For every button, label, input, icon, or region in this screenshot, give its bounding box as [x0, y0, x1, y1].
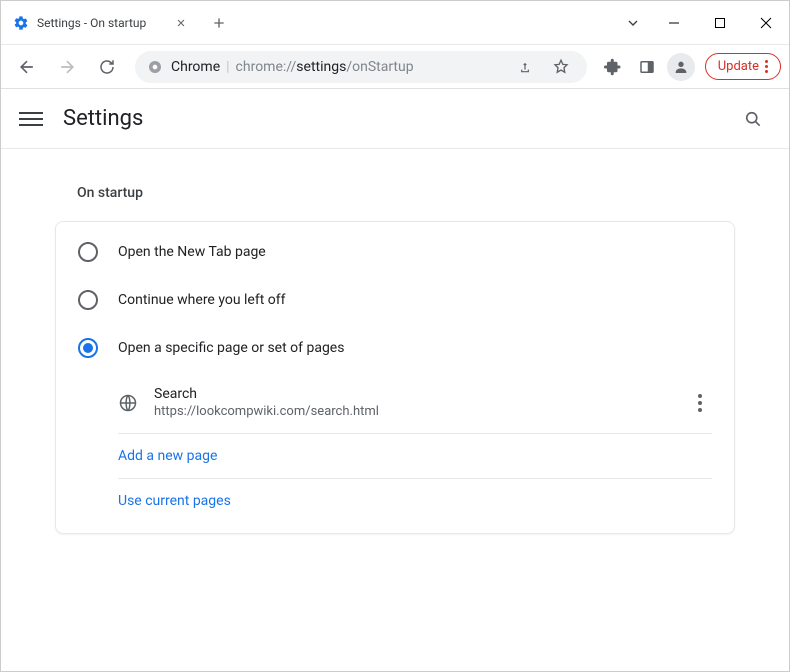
page-title: Settings	[63, 106, 143, 131]
maximize-button[interactable]	[697, 1, 743, 45]
page-entry-title: Search	[154, 386, 672, 402]
globe-icon	[118, 393, 138, 413]
omnibox[interactable]: Chrome | chrome://settings/onStartup	[135, 51, 587, 83]
radio-icon	[78, 338, 98, 358]
content: On startup Open the New Tab page Continu…	[1, 149, 789, 671]
use-current-link[interactable]: Use current pages	[118, 479, 712, 523]
more-icon	[765, 60, 768, 73]
update-button[interactable]: Update	[705, 53, 781, 80]
minimize-button[interactable]	[651, 1, 697, 45]
sidepanel-icon[interactable]	[631, 51, 663, 83]
radio-icon	[78, 242, 98, 262]
search-icon[interactable]	[735, 101, 771, 137]
profile-avatar[interactable]	[665, 51, 697, 83]
bookmark-icon[interactable]	[547, 53, 575, 81]
titlebar: Settings - On startup	[1, 1, 789, 45]
radio-icon	[78, 290, 98, 310]
back-button[interactable]	[9, 49, 45, 85]
chevron-down-icon[interactable]	[615, 1, 651, 44]
tab-title: Settings - On startup	[37, 16, 165, 30]
radio-specific-pages[interactable]: Open a specific page or set of pages	[56, 324, 734, 372]
share-icon[interactable]	[511, 53, 539, 81]
browser-tab[interactable]: Settings - On startup	[1, 1, 201, 44]
page-entry-url: https://lookcompwiki.com/search.html	[154, 404, 672, 419]
close-icon[interactable]	[173, 15, 189, 31]
section-title: On startup	[77, 185, 735, 201]
omnibox-text: Chrome | chrome://settings/onStartup	[171, 59, 414, 75]
add-page-link[interactable]: Add a new page	[118, 434, 712, 479]
toolbar: Chrome | chrome://settings/onStartup	[1, 45, 789, 89]
window-controls	[651, 1, 789, 44]
extensions-icon[interactable]	[597, 51, 629, 83]
startup-page-entry: Search https://lookcompwiki.com/search.h…	[118, 372, 712, 434]
new-tab-button[interactable]	[201, 1, 237, 44]
radio-new-tab[interactable]: Open the New Tab page	[56, 228, 734, 276]
radio-continue[interactable]: Continue where you left off	[56, 276, 734, 324]
settings-header: Settings	[1, 89, 789, 149]
chrome-logo-icon	[147, 59, 163, 75]
close-window-button[interactable]	[743, 1, 789, 45]
gear-icon	[13, 15, 29, 31]
more-vertical-icon[interactable]	[688, 394, 712, 412]
hamburger-icon[interactable]	[19, 107, 43, 131]
forward-button[interactable]	[49, 49, 85, 85]
reload-button[interactable]	[89, 49, 125, 85]
startup-card: Open the New Tab page Continue where you…	[55, 221, 735, 534]
